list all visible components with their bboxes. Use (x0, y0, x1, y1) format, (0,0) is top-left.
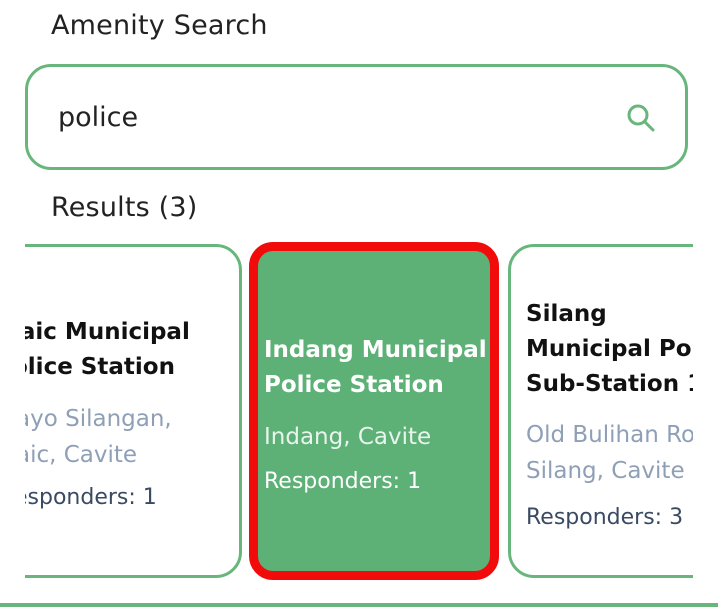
result-card-selected[interactable]: Indang Municipal Police Station Indang, … (249, 242, 499, 580)
result-card-location: Old Bulihan Ro Silang, Cavite (526, 422, 693, 484)
result-card-responders: esponders: 1 (25, 485, 157, 510)
result-card-title: laic Municipal olice Station (25, 319, 190, 380)
result-card-title: Silang Municipal Pol Sub-Station 1 (526, 301, 693, 397)
result-card[interactable]: laic Municipal olice Station ayo Silanga… (25, 244, 242, 578)
results-count-label: Results (3) (51, 192, 198, 223)
bottom-divider (0, 603, 718, 607)
result-card-title: Indang Municipal Police Station (264, 337, 487, 398)
search-box[interactable] (25, 64, 688, 170)
result-card-responders: Responders: 3 (526, 505, 684, 530)
result-card-responders: Responders: 1 (264, 469, 422, 494)
search-icon[interactable] (625, 102, 657, 134)
amenity-search-label: Amenity Search (51, 10, 268, 41)
results-carousel[interactable]: laic Municipal olice Station ayo Silanga… (25, 238, 693, 586)
search-input[interactable] (58, 97, 598, 137)
result-card-location: ayo Silangan, aic, Cavite (25, 406, 172, 468)
result-card-location: Indang, Cavite (264, 424, 432, 450)
result-card[interactable]: Silang Municipal Pol Sub-Station 1 Old B… (508, 244, 693, 578)
